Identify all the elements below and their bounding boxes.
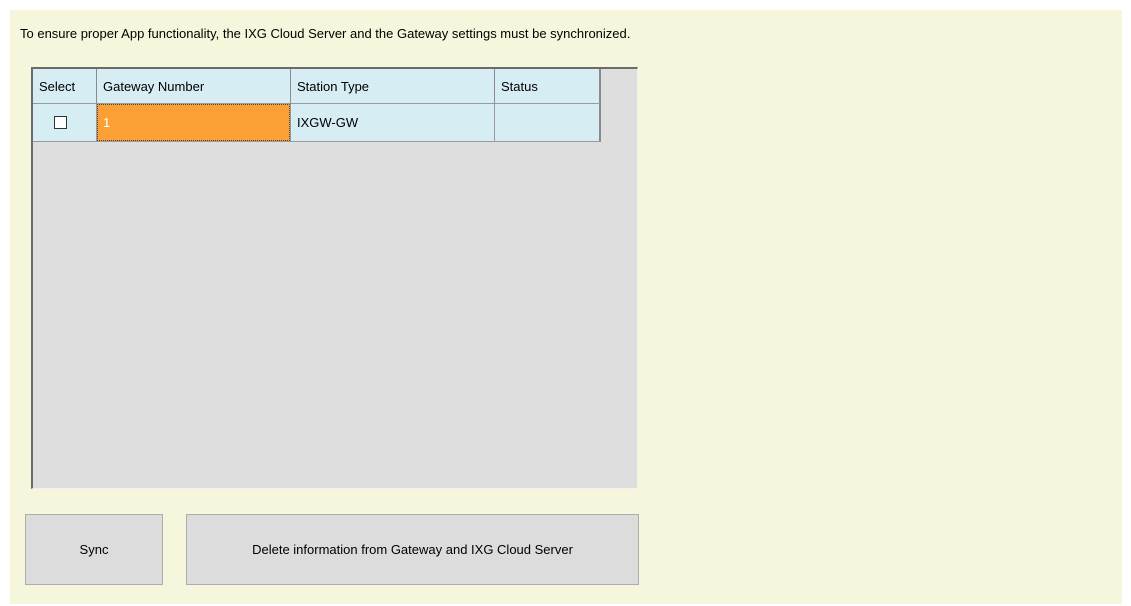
sync-button[interactable]: Sync xyxy=(25,514,163,585)
column-header-status[interactable]: Status xyxy=(495,69,601,104)
gateway-number-cell[interactable]: 1 xyxy=(97,104,291,142)
select-checkbox[interactable] xyxy=(54,116,67,129)
instruction-text: To ensure proper App functionality, the … xyxy=(20,26,631,41)
gateway-number-value[interactable]: 1 xyxy=(97,104,290,141)
delete-info-button[interactable]: Delete information from Gateway and IXG … xyxy=(186,514,639,585)
grid-header-row: Select Gateway Number Station Type Statu… xyxy=(33,69,601,104)
station-type-cell[interactable]: IXGW-GW xyxy=(291,104,495,142)
gateway-grid[interactable]: Select Gateway Number Station Type Statu… xyxy=(31,67,638,489)
select-cell[interactable] xyxy=(33,104,97,142)
column-header-station-type[interactable]: Station Type xyxy=(291,69,495,104)
column-header-select[interactable]: Select xyxy=(33,69,97,104)
table-row[interactable]: 1 IXGW-GW xyxy=(33,104,601,142)
status-cell[interactable] xyxy=(495,104,601,142)
column-header-gateway-number[interactable]: Gateway Number xyxy=(97,69,291,104)
